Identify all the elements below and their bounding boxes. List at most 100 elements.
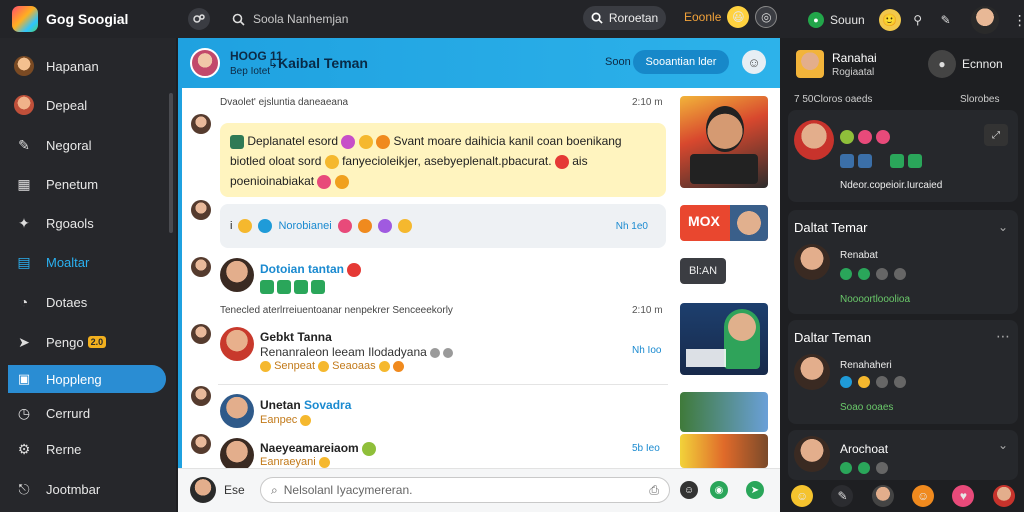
feed-right-label[interactable]: Slorobes bbox=[960, 94, 999, 105]
avatar[interactable] bbox=[794, 244, 830, 280]
top-label-1[interactable]: Eoonle bbox=[684, 10, 721, 24]
sidebar-item-moaltar[interactable]: ▤ Moaltar bbox=[8, 248, 166, 276]
more-horiz-icon[interactable]: ⋯ bbox=[996, 328, 1010, 345]
emoji-icon[interactable]: ☺ bbox=[791, 485, 814, 507]
emoji-icon[interactable]: ☺ bbox=[742, 50, 766, 74]
avatar[interactable] bbox=[220, 327, 254, 361]
sidebar-item-label: Penetum bbox=[46, 176, 99, 192]
chevron-down-icon[interactable]: ⌄ bbox=[998, 220, 1008, 234]
call-icon[interactable] bbox=[858, 268, 870, 280]
user-avatar-small[interactable]: 🙂 bbox=[878, 9, 901, 31]
sidebar-item-hoppleng[interactable]: ▣ Hoppleng bbox=[8, 365, 166, 393]
chevron-down-icon[interactable]: ⌄ bbox=[998, 438, 1008, 452]
back-arrow-icon[interactable]: ↳ bbox=[268, 57, 278, 71]
chat-icon[interactable] bbox=[840, 462, 852, 474]
search-input[interactable]: Soola Nanhemjan bbox=[222, 7, 562, 31]
sender-name-text[interactable]: Naeyeamareiaom bbox=[260, 441, 359, 455]
media-thumbnail[interactable]: MOX bbox=[680, 205, 768, 241]
call-icon[interactable] bbox=[858, 462, 870, 474]
avatar[interactable] bbox=[191, 257, 211, 277]
reaction-icon[interactable] bbox=[311, 280, 325, 294]
profile-button[interactable]: Ecnnon bbox=[962, 57, 1003, 71]
sender-name[interactable]: Gebkt Tanna bbox=[260, 330, 332, 344]
user-icon[interactable]: ● bbox=[928, 50, 956, 78]
message-input[interactable]: ⌕ Nelsolanl Iyacymereran. ⎙ bbox=[260, 477, 670, 503]
avatar[interactable] bbox=[796, 50, 824, 78]
media-thumbnail[interactable] bbox=[680, 434, 768, 468]
sidebar-item-jootmbar[interactable]: ⎋ Jootmbar bbox=[8, 475, 166, 503]
avatar[interactable] bbox=[190, 477, 216, 503]
sidebar-scrollbar[interactable] bbox=[169, 93, 173, 233]
chat-icon[interactable] bbox=[840, 376, 852, 388]
expand-icon[interactable]: ⤢ bbox=[984, 124, 1008, 146]
friend-name[interactable]: Renabat bbox=[840, 250, 878, 261]
sender-name-text[interactable]: Dotoian tantan bbox=[260, 262, 344, 276]
chat-icon[interactable] bbox=[840, 268, 852, 280]
sidebar-item-cerrurd[interactable]: ◷ Cerrurd bbox=[8, 399, 166, 427]
sidebar-item-negoral[interactable]: ✎ Negoral bbox=[8, 131, 166, 159]
emoji-icon[interactable] bbox=[858, 376, 870, 388]
video-icon[interactable] bbox=[876, 268, 888, 280]
avatar[interactable] bbox=[794, 436, 830, 472]
avatar[interactable] bbox=[191, 434, 211, 454]
avatar[interactable] bbox=[871, 485, 894, 507]
avatar[interactable] bbox=[191, 324, 211, 344]
brand[interactable]: Gog Soogial bbox=[0, 6, 178, 32]
globe-icon[interactable]: ◎ bbox=[755, 6, 778, 28]
chat-action-button[interactable]: Sooantian lder bbox=[633, 50, 729, 74]
emoji-icon bbox=[318, 360, 330, 372]
media-thumbnail[interactable] bbox=[680, 392, 768, 432]
reaction-icon[interactable] bbox=[294, 280, 308, 294]
media-thumbnail[interactable] bbox=[680, 303, 768, 375]
chat-scrollbar[interactable] bbox=[178, 88, 182, 468]
avatar[interactable] bbox=[191, 386, 211, 406]
edit-icon[interactable]: ✎ bbox=[935, 9, 957, 31]
blank-badge[interactable]: Bl:AN bbox=[680, 258, 726, 284]
sender-name-text[interactable]: Unetan bbox=[260, 398, 301, 412]
sidebar-item-pengo[interactable]: ➤ Pengo 2.0 bbox=[8, 328, 166, 356]
compose-label: Ese bbox=[224, 483, 245, 497]
friend-name[interactable]: Renahaheri bbox=[840, 360, 892, 371]
reaction-icon[interactable] bbox=[277, 280, 291, 294]
top-label-2[interactable]: Souun bbox=[830, 13, 865, 27]
avatar[interactable] bbox=[220, 258, 254, 292]
more-vert-icon[interactable]: ⋮ bbox=[1009, 9, 1024, 31]
emoji-picker-icon[interactable]: ☺ bbox=[680, 481, 698, 499]
sidebar-item-rgoaols[interactable]: ✦ Rgoaols bbox=[8, 209, 166, 237]
attach-icon[interactable]: ⎙ bbox=[649, 483, 659, 498]
camera-icon[interactable]: ◉ bbox=[710, 481, 728, 499]
top-actions-right: ● Souun 🙂 ⚲ ✎ ⋮ bbox=[808, 6, 1024, 34]
reaction-icon[interactable]: 😃 bbox=[727, 6, 750, 28]
profile-avatar[interactable] bbox=[970, 6, 999, 34]
reaction-icon[interactable] bbox=[260, 280, 274, 294]
link-icon[interactable]: ⚲ bbox=[907, 9, 929, 31]
avatar[interactable] bbox=[220, 438, 254, 472]
sidebar-item-rerne[interactable]: ⚙ Rerne bbox=[8, 435, 166, 463]
sidebar-item-hapanan[interactable]: Hapanan bbox=[8, 52, 166, 80]
menu-icon[interactable] bbox=[188, 8, 210, 30]
avatar[interactable] bbox=[992, 485, 1015, 507]
send-icon[interactable]: ➤ bbox=[746, 481, 764, 499]
avatar[interactable] bbox=[794, 120, 834, 160]
avatar[interactable] bbox=[794, 354, 830, 390]
heart-icon[interactable]: ♥ bbox=[952, 485, 975, 507]
emoji-icon bbox=[840, 154, 854, 168]
media-thumbnail[interactable] bbox=[680, 96, 768, 188]
chat-avatar[interactable] bbox=[190, 48, 220, 78]
avatar[interactable] bbox=[220, 394, 254, 428]
sidebar-item-depeal[interactable]: Depeal bbox=[8, 91, 166, 119]
sender-name-link[interactable]: Sovadra bbox=[304, 398, 351, 412]
avatar[interactable] bbox=[191, 200, 211, 220]
edit-icon[interactable]: ✎ bbox=[831, 485, 854, 507]
reaction-icon[interactable]: ☺ bbox=[912, 485, 935, 507]
video-icon[interactable] bbox=[876, 376, 888, 388]
sidebar-item-dotaes[interactable]: ◔ Dotaes bbox=[8, 288, 166, 316]
video-icon[interactable] bbox=[876, 462, 888, 474]
more-icon[interactable] bbox=[894, 376, 906, 388]
avatar[interactable] bbox=[191, 114, 211, 134]
friend-name[interactable]: Arochoat bbox=[840, 442, 888, 456]
sidebar-item-penetum[interactable]: ▦ Penetum bbox=[8, 170, 166, 198]
message-link[interactable]: Norobianei bbox=[278, 220, 331, 232]
more-icon[interactable] bbox=[894, 268, 906, 280]
search-button[interactable]: Roroetan bbox=[583, 6, 666, 30]
